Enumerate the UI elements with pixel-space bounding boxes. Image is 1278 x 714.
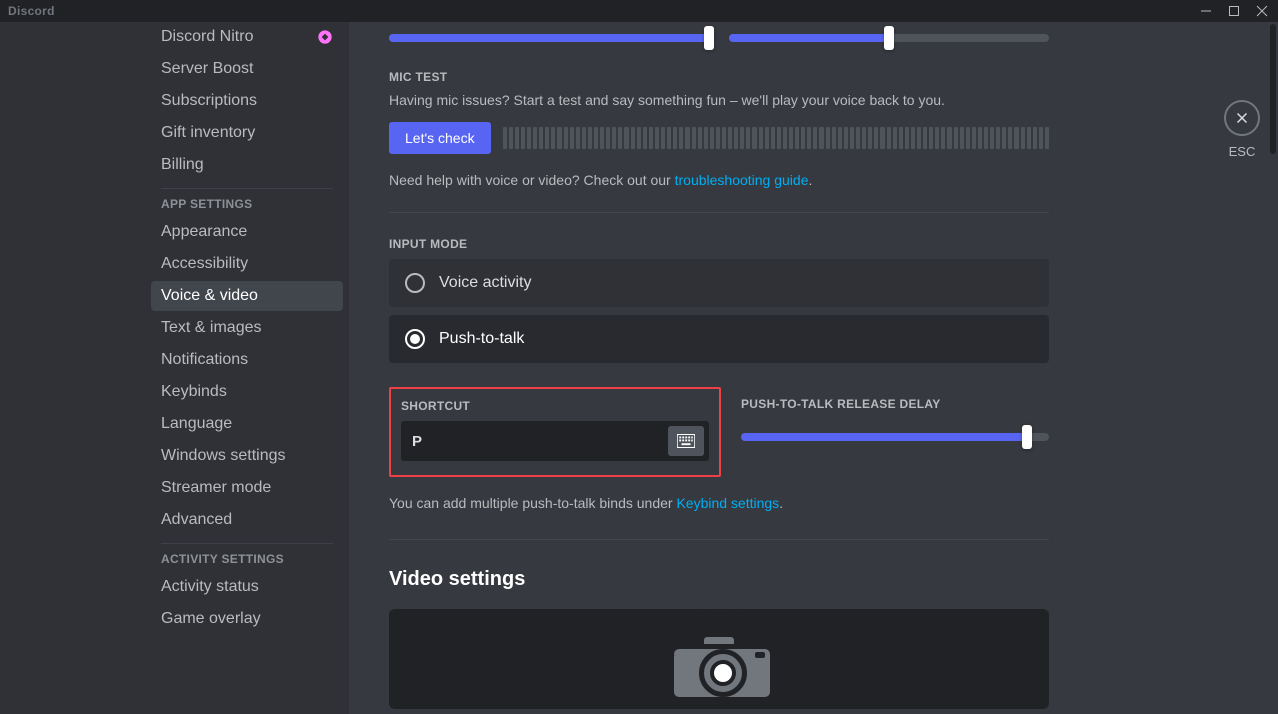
input-mode-push-to-talk[interactable]: Push-to-talk [389,315,1049,363]
sidebar-item-game-overlay[interactable]: Game overlay [151,604,343,634]
sidebar-item-activity-status[interactable]: Activity status [151,572,343,602]
close-settings-label: ESC [1224,144,1260,159]
shortcut-input[interactable]: P [401,421,709,461]
radio-label: Voice activity [439,274,531,292]
window-maximize-button[interactable] [1220,0,1248,22]
input-mode-title: INPUT MODE [389,237,1049,251]
settings-content: ESC INPUT VOLUME OUTPUT VOLUME [349,22,1278,714]
sidebar-item-label: Notifications [161,351,248,369]
window-controls [1192,0,1276,22]
troubleshooting-link[interactable]: troubleshooting guide [675,172,809,188]
sidebar-item-notifications[interactable]: Notifications [151,345,343,375]
ptt-release-delay-title: PUSH-TO-TALK RELEASE DELAY [741,397,1049,411]
sidebar-item-label: Text & images [161,319,261,337]
sidebar-item-label: Subscriptions [161,92,257,110]
sidebar-item-label: Activity status [161,578,259,596]
shortcut-title: SHORTCUT [401,399,709,413]
mic-test-description: Having mic issues? Start a test and say … [389,92,1049,108]
sidebar-section-activity-settings: ACTIVITY SETTINGS [151,552,343,572]
sidebar-item-advanced[interactable]: Advanced [151,505,343,535]
output-volume-slider[interactable] [729,34,1049,42]
sidebar-item-label: Accessibility [161,255,248,273]
sidebar-item-label: Windows settings [161,447,286,465]
help-text: Need help with voice or video? Check out… [389,172,675,188]
shortcut-highlight-box: SHORTCUT P [389,387,721,477]
section-divider [389,212,1049,213]
sidebar-item-label: Game overlay [161,610,261,628]
sidebar-item-appearance[interactable]: Appearance [151,217,343,247]
sidebar-item-label: Billing [161,156,204,174]
keybind-settings-link[interactable]: Keybind settings [676,495,779,511]
sidebar-item-label: Appearance [161,223,247,241]
nitro-badge-icon [317,29,333,45]
mic-test-button[interactable]: Let's check [389,122,491,154]
ptt-keybind-hint: You can add multiple push-to-talk binds … [389,495,1049,511]
sidebar-item-label: Gift inventory [161,124,255,142]
sidebar-item-server-boost[interactable]: Server Boost [151,54,343,84]
sidebar-item-label: Keybinds [161,383,227,401]
sidebar-item-label: Language [161,415,232,433]
keyboard-icon[interactable] [668,426,704,456]
sidebar-item-subscriptions[interactable]: Subscriptions [151,86,343,116]
close-settings-button[interactable] [1224,100,1260,136]
sidebar-divider [161,188,333,189]
section-divider [389,539,1049,540]
ptt-release-delay-slider[interactable] [741,433,1049,441]
sidebar-item-label: Voice & video [161,287,258,305]
hint-text: You can add multiple push-to-talk binds … [389,495,676,511]
voice-help-line: Need help with voice or video? Check out… [389,172,1049,188]
mic-level-meter [503,127,1049,149]
mic-test-title: MIC TEST [389,70,1049,84]
sidebar-item-label: Streamer mode [161,479,271,497]
sidebar-divider [161,543,333,544]
app-brand: Discord [8,4,55,18]
help-text: . [809,172,813,188]
shortcut-key-value: P [412,433,668,450]
sidebar-item-language[interactable]: Language [151,409,343,439]
sidebar-item-label: Discord Nitro [161,28,253,46]
sidebar-item-keybinds[interactable]: Keybinds [151,377,343,407]
sidebar-item-billing[interactable]: Billing [151,150,343,180]
radio-icon [405,273,425,293]
sidebar-section-app-settings: APP SETTINGS [151,197,343,217]
hint-text: . [779,495,783,511]
window-minimize-button[interactable] [1192,0,1220,22]
sidebar-item-gift-inventory[interactable]: Gift inventory [151,118,343,148]
input-mode-voice-activity[interactable]: Voice activity [389,259,1049,307]
sidebar-item-windows-settings[interactable]: Windows settings [151,441,343,471]
window-titlebar: Discord [0,0,1278,22]
sidebar-item-streamer-mode[interactable]: Streamer mode [151,473,343,503]
sidebar-item-text-images[interactable]: Text & images [151,313,343,343]
input-volume-slider[interactable] [389,34,709,42]
radio-icon [405,329,425,349]
sidebar-item-label: Server Boost [161,60,253,78]
sidebar-item-label: Advanced [161,511,232,529]
window-close-button[interactable] [1248,0,1276,22]
content-scrollbar[interactable] [1270,22,1278,714]
sidebar-item-voice-video[interactable]: Voice & video [151,281,343,311]
sidebar-item-nitro[interactable]: Discord Nitro [151,22,343,52]
settings-sidebar: Discord Nitro Server Boost Subscriptions… [0,22,349,714]
sidebar-item-accessibility[interactable]: Accessibility [151,249,343,279]
radio-label: Push-to-talk [439,330,524,348]
camera-preview: ✦ ✦ ✦ [389,609,1049,709]
video-settings-heading: Video settings [389,568,1049,591]
camera-illustration-icon: ✦ ✦ ✦ [639,616,799,702]
